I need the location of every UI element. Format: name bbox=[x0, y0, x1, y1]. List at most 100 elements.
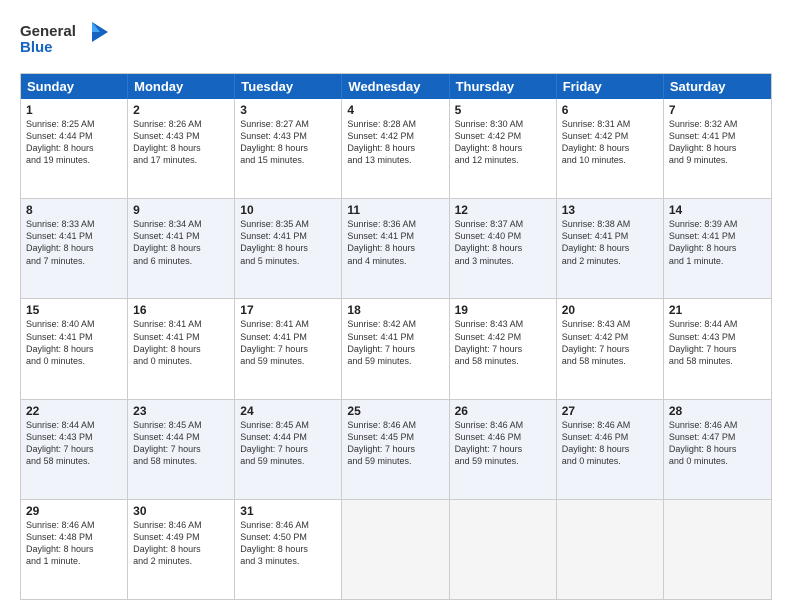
cell-data: Sunrise: 8:33 AM Sunset: 4:41 PM Dayligh… bbox=[26, 218, 122, 267]
cell-data: Sunrise: 8:46 AM Sunset: 4:50 PM Dayligh… bbox=[240, 519, 336, 568]
logo: General Blue bbox=[20, 18, 110, 63]
cell-data: Sunrise: 8:41 AM Sunset: 4:41 PM Dayligh… bbox=[240, 318, 336, 367]
cell-data: Sunrise: 8:31 AM Sunset: 4:42 PM Dayligh… bbox=[562, 118, 658, 167]
cell-data: Sunrise: 8:45 AM Sunset: 4:44 PM Dayligh… bbox=[133, 419, 229, 468]
day-number: 31 bbox=[240, 504, 336, 518]
cell-data: Sunrise: 8:44 AM Sunset: 4:43 PM Dayligh… bbox=[669, 318, 766, 367]
header-day-thursday: Thursday bbox=[450, 74, 557, 99]
day-number: 10 bbox=[240, 203, 336, 217]
cal-week-1: 1Sunrise: 8:25 AM Sunset: 4:44 PM Daylig… bbox=[21, 99, 771, 198]
day-number: 1 bbox=[26, 103, 122, 117]
cal-cell: 29Sunrise: 8:46 AM Sunset: 4:48 PM Dayli… bbox=[21, 500, 128, 599]
cell-data: Sunrise: 8:36 AM Sunset: 4:41 PM Dayligh… bbox=[347, 218, 443, 267]
day-number: 24 bbox=[240, 404, 336, 418]
cal-cell bbox=[450, 500, 557, 599]
cell-data: Sunrise: 8:43 AM Sunset: 4:42 PM Dayligh… bbox=[455, 318, 551, 367]
day-number: 8 bbox=[26, 203, 122, 217]
cal-cell: 28Sunrise: 8:46 AM Sunset: 4:47 PM Dayli… bbox=[664, 400, 771, 499]
day-number: 7 bbox=[669, 103, 766, 117]
cal-cell bbox=[557, 500, 664, 599]
cell-data: Sunrise: 8:41 AM Sunset: 4:41 PM Dayligh… bbox=[133, 318, 229, 367]
cal-week-3: 15Sunrise: 8:40 AM Sunset: 4:41 PM Dayli… bbox=[21, 298, 771, 398]
day-number: 16 bbox=[133, 303, 229, 317]
day-number: 23 bbox=[133, 404, 229, 418]
cal-week-4: 22Sunrise: 8:44 AM Sunset: 4:43 PM Dayli… bbox=[21, 399, 771, 499]
cal-cell: 26Sunrise: 8:46 AM Sunset: 4:46 PM Dayli… bbox=[450, 400, 557, 499]
cal-cell: 6Sunrise: 8:31 AM Sunset: 4:42 PM Daylig… bbox=[557, 99, 664, 198]
cal-cell: 9Sunrise: 8:34 AM Sunset: 4:41 PM Daylig… bbox=[128, 199, 235, 298]
cal-cell: 17Sunrise: 8:41 AM Sunset: 4:41 PM Dayli… bbox=[235, 299, 342, 398]
day-number: 3 bbox=[240, 103, 336, 117]
cal-cell: 2Sunrise: 8:26 AM Sunset: 4:43 PM Daylig… bbox=[128, 99, 235, 198]
cal-cell: 11Sunrise: 8:36 AM Sunset: 4:41 PM Dayli… bbox=[342, 199, 449, 298]
cal-cell: 30Sunrise: 8:46 AM Sunset: 4:49 PM Dayli… bbox=[128, 500, 235, 599]
svg-text:General: General bbox=[20, 23, 76, 40]
day-number: 21 bbox=[669, 303, 766, 317]
cell-data: Sunrise: 8:35 AM Sunset: 4:41 PM Dayligh… bbox=[240, 218, 336, 267]
calendar: SundayMondayTuesdayWednesdayThursdayFrid… bbox=[20, 73, 772, 600]
day-number: 22 bbox=[26, 404, 122, 418]
day-number: 9 bbox=[133, 203, 229, 217]
header-day-monday: Monday bbox=[128, 74, 235, 99]
day-number: 4 bbox=[347, 103, 443, 117]
day-number: 29 bbox=[26, 504, 122, 518]
cell-data: Sunrise: 8:46 AM Sunset: 4:45 PM Dayligh… bbox=[347, 419, 443, 468]
cal-cell: 14Sunrise: 8:39 AM Sunset: 4:41 PM Dayli… bbox=[664, 199, 771, 298]
header-day-saturday: Saturday bbox=[664, 74, 771, 99]
cal-cell: 15Sunrise: 8:40 AM Sunset: 4:41 PM Dayli… bbox=[21, 299, 128, 398]
cell-data: Sunrise: 8:37 AM Sunset: 4:40 PM Dayligh… bbox=[455, 218, 551, 267]
day-number: 19 bbox=[455, 303, 551, 317]
day-number: 14 bbox=[669, 203, 766, 217]
cal-cell: 23Sunrise: 8:45 AM Sunset: 4:44 PM Dayli… bbox=[128, 400, 235, 499]
logo-block: General Blue bbox=[20, 18, 110, 63]
cal-cell: 19Sunrise: 8:43 AM Sunset: 4:42 PM Dayli… bbox=[450, 299, 557, 398]
day-number: 13 bbox=[562, 203, 658, 217]
calendar-body: 1Sunrise: 8:25 AM Sunset: 4:44 PM Daylig… bbox=[21, 99, 771, 599]
cal-cell: 10Sunrise: 8:35 AM Sunset: 4:41 PM Dayli… bbox=[235, 199, 342, 298]
cal-cell: 31Sunrise: 8:46 AM Sunset: 4:50 PM Dayli… bbox=[235, 500, 342, 599]
day-number: 26 bbox=[455, 404, 551, 418]
cell-data: Sunrise: 8:38 AM Sunset: 4:41 PM Dayligh… bbox=[562, 218, 658, 267]
day-number: 2 bbox=[133, 103, 229, 117]
cell-data: Sunrise: 8:42 AM Sunset: 4:41 PM Dayligh… bbox=[347, 318, 443, 367]
cell-data: Sunrise: 8:44 AM Sunset: 4:43 PM Dayligh… bbox=[26, 419, 122, 468]
cal-cell: 21Sunrise: 8:44 AM Sunset: 4:43 PM Dayli… bbox=[664, 299, 771, 398]
cell-data: Sunrise: 8:39 AM Sunset: 4:41 PM Dayligh… bbox=[669, 218, 766, 267]
svg-text:Blue: Blue bbox=[20, 39, 53, 56]
cal-week-5: 29Sunrise: 8:46 AM Sunset: 4:48 PM Dayli… bbox=[21, 499, 771, 599]
day-number: 18 bbox=[347, 303, 443, 317]
cell-data: Sunrise: 8:30 AM Sunset: 4:42 PM Dayligh… bbox=[455, 118, 551, 167]
cal-cell: 20Sunrise: 8:43 AM Sunset: 4:42 PM Dayli… bbox=[557, 299, 664, 398]
day-number: 30 bbox=[133, 504, 229, 518]
day-number: 25 bbox=[347, 404, 443, 418]
day-number: 17 bbox=[240, 303, 336, 317]
cell-data: Sunrise: 8:43 AM Sunset: 4:42 PM Dayligh… bbox=[562, 318, 658, 367]
cal-cell: 1Sunrise: 8:25 AM Sunset: 4:44 PM Daylig… bbox=[21, 99, 128, 198]
cell-data: Sunrise: 8:46 AM Sunset: 4:46 PM Dayligh… bbox=[562, 419, 658, 468]
header-day-wednesday: Wednesday bbox=[342, 74, 449, 99]
cell-data: Sunrise: 8:45 AM Sunset: 4:44 PM Dayligh… bbox=[240, 419, 336, 468]
header-day-friday: Friday bbox=[557, 74, 664, 99]
cal-cell: 3Sunrise: 8:27 AM Sunset: 4:43 PM Daylig… bbox=[235, 99, 342, 198]
cal-cell: 4Sunrise: 8:28 AM Sunset: 4:42 PM Daylig… bbox=[342, 99, 449, 198]
header-day-tuesday: Tuesday bbox=[235, 74, 342, 99]
day-number: 27 bbox=[562, 404, 658, 418]
day-number: 11 bbox=[347, 203, 443, 217]
cal-cell bbox=[342, 500, 449, 599]
cell-data: Sunrise: 8:46 AM Sunset: 4:49 PM Dayligh… bbox=[133, 519, 229, 568]
cell-data: Sunrise: 8:46 AM Sunset: 4:47 PM Dayligh… bbox=[669, 419, 766, 468]
cal-cell: 18Sunrise: 8:42 AM Sunset: 4:41 PM Dayli… bbox=[342, 299, 449, 398]
header: General Blue bbox=[20, 18, 772, 63]
day-number: 15 bbox=[26, 303, 122, 317]
cal-cell: 7Sunrise: 8:32 AM Sunset: 4:41 PM Daylig… bbox=[664, 99, 771, 198]
cell-data: Sunrise: 8:28 AM Sunset: 4:42 PM Dayligh… bbox=[347, 118, 443, 167]
cal-cell: 22Sunrise: 8:44 AM Sunset: 4:43 PM Dayli… bbox=[21, 400, 128, 499]
cell-data: Sunrise: 8:46 AM Sunset: 4:48 PM Dayligh… bbox=[26, 519, 122, 568]
cal-cell: 24Sunrise: 8:45 AM Sunset: 4:44 PM Dayli… bbox=[235, 400, 342, 499]
calendar-header: SundayMondayTuesdayWednesdayThursdayFrid… bbox=[21, 74, 771, 99]
cell-data: Sunrise: 8:27 AM Sunset: 4:43 PM Dayligh… bbox=[240, 118, 336, 167]
day-number: 28 bbox=[669, 404, 766, 418]
cell-data: Sunrise: 8:25 AM Sunset: 4:44 PM Dayligh… bbox=[26, 118, 122, 167]
cal-cell: 12Sunrise: 8:37 AM Sunset: 4:40 PM Dayli… bbox=[450, 199, 557, 298]
cal-cell: 13Sunrise: 8:38 AM Sunset: 4:41 PM Dayli… bbox=[557, 199, 664, 298]
